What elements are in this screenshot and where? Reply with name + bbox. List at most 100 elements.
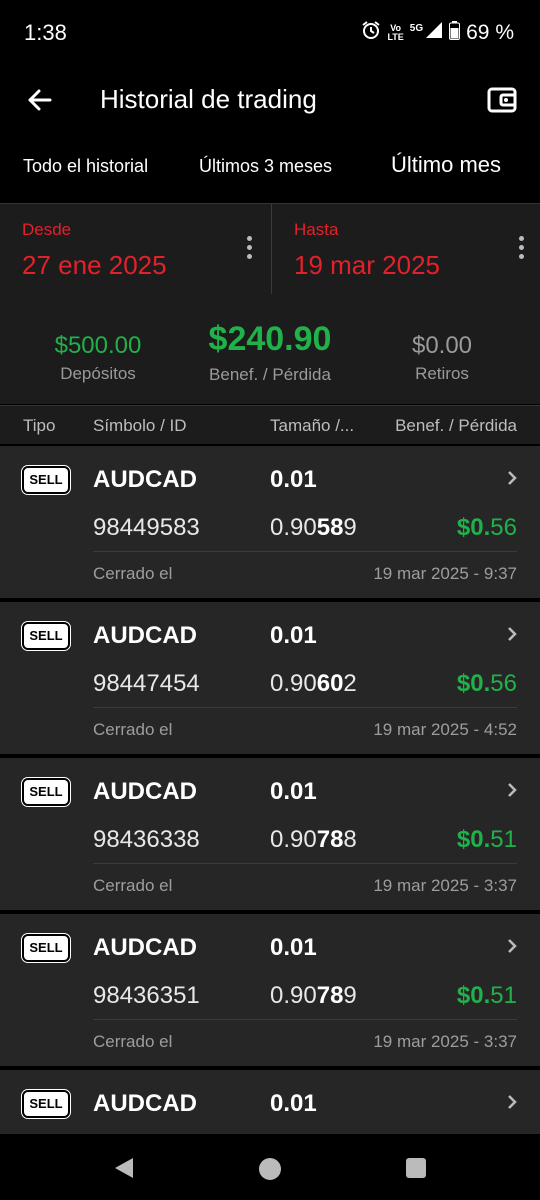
closed-time: 19 mar 2025 - 4:52 [373,720,517,739]
from-label: Desde [22,220,72,239]
trade-size: 0.01 [270,466,317,493]
trade-price: 0.90788 [270,826,357,854]
triangle-back-icon [115,1158,133,1178]
closed-label: Cerrado el [93,720,173,739]
pl-whole: $0. [456,826,491,853]
summary-panel: $500.00 Depósitos $240.90 Benef. / Pérdi… [0,294,540,404]
volte-bottom: LTE [387,32,404,42]
chevron-right-icon [508,939,517,953]
to-date-field[interactable]: Hasta 19 mar 2025 [271,204,540,294]
trade-symbol: AUDCAD [93,622,197,649]
tab-last-month[interactable]: Último mes [391,152,501,178]
col-symbol: Símbolo / ID [93,416,187,435]
pl-whole: $0. [456,514,491,541]
price-pips: 78 [316,982,344,1009]
sell-badge: SELL [22,778,70,806]
from-date-field[interactable]: Desde 27 ene 2025 [0,204,269,294]
battery-percent: 69 % [466,21,514,44]
trade-id: 98436351 [93,982,200,1009]
trade-row[interactable]: SELL AUDCAD 0.01 98447454 0.90602 $0.56 … [0,602,540,754]
trade-size: 0.01 [270,622,317,649]
trade-pl: $0.51 [457,982,517,1010]
pl-whole: $0. [456,982,491,1009]
status-time: 1:38 [24,20,67,45]
pl-cents: 56 [490,514,517,541]
battery-icon [449,20,461,46]
nav-recents-button[interactable] [404,1156,428,1185]
tab-last-3-months[interactable]: Últimos 3 meses [199,156,332,177]
arrow-left-icon [28,89,52,111]
price-suffix: 9 [343,514,357,541]
trade-id: 98447454 [93,670,200,697]
to-menu-icon[interactable] [517,236,525,262]
chevron-right-icon [508,1095,517,1109]
price-pips: 58 [316,514,344,541]
price-pips: 78 [316,826,344,853]
row-divider [93,551,517,552]
trade-price: 0.90589 [270,514,357,542]
system-nav-bar [0,1134,540,1200]
app-bar: Historial de trading [0,64,540,134]
to-label: Hasta [294,220,339,239]
pl-summary: $240.90 Benef. / Pérdida [190,320,350,385]
withdrawals-value: $0.00 [411,332,473,359]
trade-size: 0.01 [270,1090,317,1117]
chevron-right-icon [508,783,517,797]
status-icons: Vo LTE 5G 69 % [361,20,514,46]
price-suffix: 8 [343,826,357,853]
circle-home-icon [259,1158,281,1180]
back-button[interactable] [20,80,60,120]
trade-symbol: AUDCAD [93,934,197,961]
deposits-summary: $500.00 Depósitos [38,332,158,384]
from-menu-icon[interactable] [245,236,253,262]
sell-badge: SELL [22,466,70,494]
trade-size: 0.01 [270,778,317,805]
trade-row[interactable]: SELL AUDCAD 0.01 98436338 0.90788 $0.51 … [0,758,540,910]
closed-label: Cerrado el [93,564,173,583]
price-pips: 60 [316,670,344,697]
network-type: 5G [409,22,424,34]
pl-value: $240.90 [208,320,332,358]
volte-icon: Vo LTE [387,24,403,42]
tab-all-history[interactable]: Todo el historial [23,156,148,177]
price-prefix: 0.90 [270,514,317,541]
row-divider [93,707,517,708]
trade-row[interactable]: SELL AUDCAD 0.01 98436351 0.90789 $0.51 … [0,914,540,1066]
nav-home-button[interactable] [257,1156,283,1187]
trade-id: 98449583 [93,514,200,541]
alarm-icon [361,20,381,46]
trade-id: 98436338 [93,826,200,853]
col-pl: Benef. / Pérdida [395,416,517,435]
trade-pl: $0.56 [457,670,517,698]
withdrawals-summary: $0.00 Retiros [392,332,492,384]
closed-label: Cerrado el [93,1032,173,1051]
deposits-label: Depósitos [60,364,136,383]
closed-time: 19 mar 2025 - 3:37 [373,1032,517,1051]
to-value: 19 mar 2025 [294,250,440,280]
nav-back-button[interactable] [112,1156,136,1185]
trade-pl: $0.51 [457,826,517,854]
trade-row[interactable]: SELL AUDCAD 0.01 [0,1070,540,1134]
wallet-button[interactable] [482,80,522,120]
page-title: Historial de trading [100,84,317,114]
date-range: Desde 27 ene 2025 Hasta 19 mar 2025 [0,203,540,295]
trade-price: 0.90789 [270,982,357,1010]
chevron-right-icon [508,627,517,641]
deposits-value: $500.00 [54,332,142,359]
trade-price: 0.90602 [270,670,357,698]
signal-icon [425,21,443,45]
col-type: Tipo [23,416,56,435]
closed-time: 19 mar 2025 - 3:37 [373,876,517,895]
price-prefix: 0.90 [270,670,317,697]
pl-label: Benef. / Pérdida [209,365,331,384]
trade-pl: $0.56 [457,514,517,542]
trade-row[interactable]: SELL AUDCAD 0.01 98449583 0.90589 $0.56 … [0,446,540,598]
pl-cents: 51 [490,826,517,853]
closed-time: 19 mar 2025 - 9:37 [373,564,517,583]
pl-cents: 51 [490,982,517,1009]
col-size: Tamaño /... [270,416,355,435]
pl-cents: 56 [490,670,517,697]
price-suffix: 2 [343,670,357,697]
status-bar: 1:38 Vo LTE 5G 69 % [0,0,540,64]
square-recents-icon [406,1158,426,1178]
